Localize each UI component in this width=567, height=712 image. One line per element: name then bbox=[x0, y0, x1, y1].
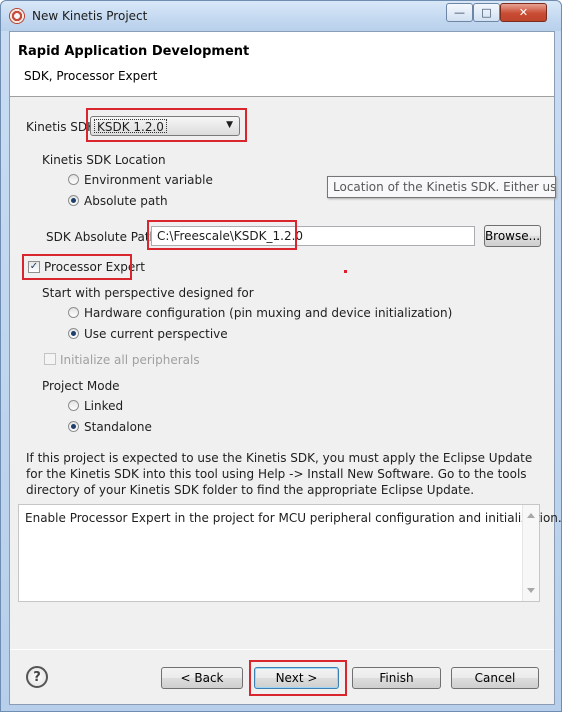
chevron-down-icon: ▼ bbox=[226, 120, 233, 130]
next-button[interactable]: Next > bbox=[254, 667, 339, 689]
wizard-header: Rapid Application Development SDK, Proce… bbox=[10, 32, 554, 97]
project-mode-label: Project Mode bbox=[42, 379, 120, 393]
back-button[interactable]: < Back bbox=[161, 667, 243, 689]
radio-use-current-perspective[interactable] bbox=[68, 328, 79, 339]
sdk-absolute-path-label: SDK Absolute Path bbox=[46, 230, 158, 244]
eclipse-app-icon bbox=[9, 8, 25, 24]
perspective-label: Start with perspective designed for bbox=[42, 286, 254, 300]
description-text: Enable Processor Expert in the project f… bbox=[25, 511, 562, 525]
dialog-window: New Kinetis Project — □ ✕ Rapid Applicat… bbox=[0, 0, 562, 712]
linked-label: Linked bbox=[84, 399, 124, 413]
page-subtitle: SDK, Processor Expert bbox=[24, 69, 158, 83]
description-box: Enable Processor Expert in the project f… bbox=[18, 504, 562, 602]
radio-absolute-path[interactable] bbox=[68, 195, 79, 206]
page-title: Rapid Application Development bbox=[18, 44, 250, 59]
radio-standalone[interactable] bbox=[68, 421, 79, 432]
absolute-path-label: Absolute path bbox=[84, 194, 168, 208]
processor-expert-label: Processor Expert bbox=[44, 260, 145, 274]
scroll-down-icon[interactable] bbox=[527, 588, 535, 593]
maximize-icon: □ bbox=[481, 6, 492, 19]
finish-button[interactable]: Finish bbox=[352, 667, 441, 689]
minimize-button[interactable]: — bbox=[446, 3, 473, 22]
cancel-button[interactable]: Cancel bbox=[451, 667, 539, 689]
browse-button[interactable]: Browse... bbox=[484, 225, 541, 247]
minimize-icon: — bbox=[454, 6, 465, 19]
kinetis-sdk-combo[interactable]: KSDK 1.2.0 ▼ bbox=[90, 116, 240, 136]
marker-dot bbox=[344, 270, 347, 273]
description-scrollbar[interactable] bbox=[522, 505, 539, 601]
window-title: New Kinetis Project bbox=[32, 9, 148, 23]
initialize-peripherals-checkbox[interactable] bbox=[44, 353, 56, 365]
sdk-absolute-path-input[interactable]: C:\Freescale\KSDK_1.2.0 bbox=[151, 226, 475, 246]
radio-environment-variable[interactable] bbox=[68, 174, 79, 185]
radio-hardware-configuration[interactable] bbox=[68, 307, 79, 318]
kinetis-sdk-label: Kinetis SDK bbox=[26, 120, 96, 134]
kinetis-sdk-info-text: If this project is expected to use the K… bbox=[26, 451, 533, 497]
dialog-client-area: Rapid Application Development SDK, Proce… bbox=[9, 31, 562, 705]
title-bar[interactable]: New Kinetis Project — □ ✕ bbox=[1, 1, 561, 31]
scroll-up-icon[interactable] bbox=[527, 513, 535, 518]
close-icon: ✕ bbox=[518, 6, 529, 19]
kinetis-sdk-selected-value: KSDK 1.2.0 bbox=[94, 119, 167, 134]
standalone-label: Standalone bbox=[84, 420, 152, 434]
close-button[interactable]: ✕ bbox=[500, 3, 547, 22]
initialize-peripherals-label: Initialize all peripherals bbox=[60, 353, 200, 367]
radio-linked[interactable] bbox=[68, 400, 79, 411]
processor-expert-checkbox[interactable]: ✓ bbox=[28, 261, 40, 273]
use-current-perspective-label: Use current perspective bbox=[84, 327, 228, 341]
maximize-button[interactable]: □ bbox=[473, 3, 500, 22]
sdk-location-label: Kinetis SDK Location bbox=[42, 153, 166, 167]
sdk-location-tooltip: Location of the Kinetis SDK. Either use … bbox=[327, 176, 556, 198]
button-bar-separator bbox=[10, 649, 554, 650]
help-icon[interactable]: ? bbox=[26, 666, 48, 688]
environment-variable-label: Environment variable bbox=[84, 173, 213, 187]
hardware-configuration-label: Hardware configuration (pin muxing and d… bbox=[84, 306, 453, 320]
